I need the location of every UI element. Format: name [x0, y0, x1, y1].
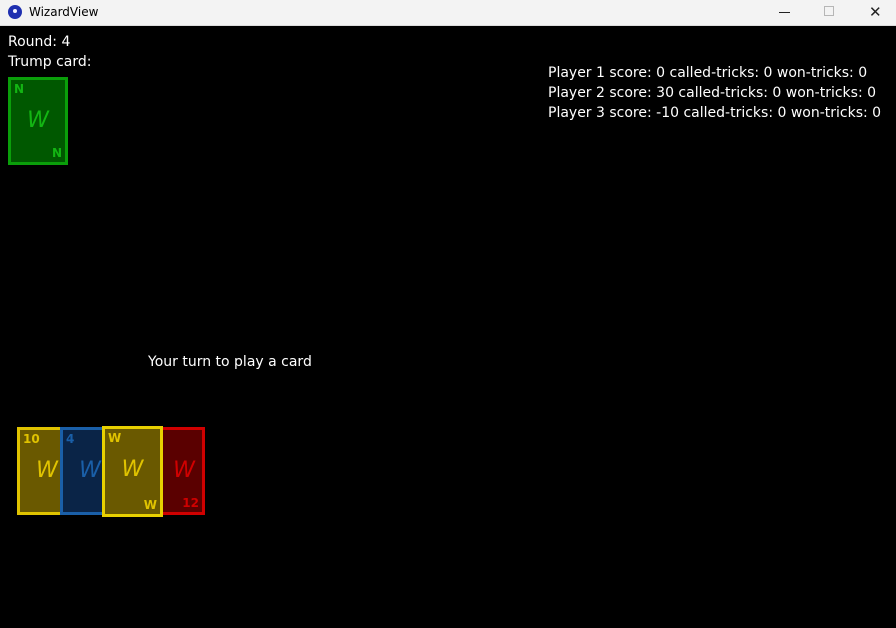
player-1-score: Player 1 score: 0 called-tricks: 0 won-t…	[548, 65, 868, 81]
player-3-score: Player 3 score: -10 called-tricks: 0 won…	[548, 105, 882, 121]
close-button[interactable]: ✕	[851, 0, 896, 26]
minimize-button[interactable]	[761, 0, 807, 26]
card-top-label: W	[108, 431, 122, 445]
card-center-label: W	[173, 458, 195, 483]
card-center-label: W	[121, 457, 144, 482]
window-title: WizardView	[29, 5, 99, 19]
close-icon: ✕	[869, 3, 882, 21]
maximize-button[interactable]	[806, 0, 852, 26]
card-center-label: W	[27, 108, 49, 133]
hand-card-3[interactable]: W W W	[102, 426, 163, 517]
title-bar: WizardView ✕	[0, 0, 896, 26]
minimize-icon	[779, 12, 790, 13]
turn-status: Your turn to play a card	[148, 354, 312, 370]
app-icon	[8, 5, 22, 19]
card-top-label: N	[14, 82, 25, 96]
card-bottom-label: W	[143, 498, 157, 512]
card-top-label: 10	[23, 432, 40, 446]
trump-card: N W N	[8, 77, 68, 165]
player-2-score: Player 2 score: 30 called-tricks: 0 won-…	[548, 85, 877, 101]
card-top-label: 4	[66, 432, 75, 446]
round-indicator: Round: 4	[8, 34, 71, 50]
trump-card-label: Trump card:	[8, 54, 92, 70]
scoreboard: Player 1 score: 0 called-tricks: 0 won-t…	[548, 63, 881, 123]
card-bottom-label: 12	[182, 496, 199, 510]
maximize-icon	[824, 6, 834, 16]
card-bottom-label: N	[51, 146, 62, 160]
